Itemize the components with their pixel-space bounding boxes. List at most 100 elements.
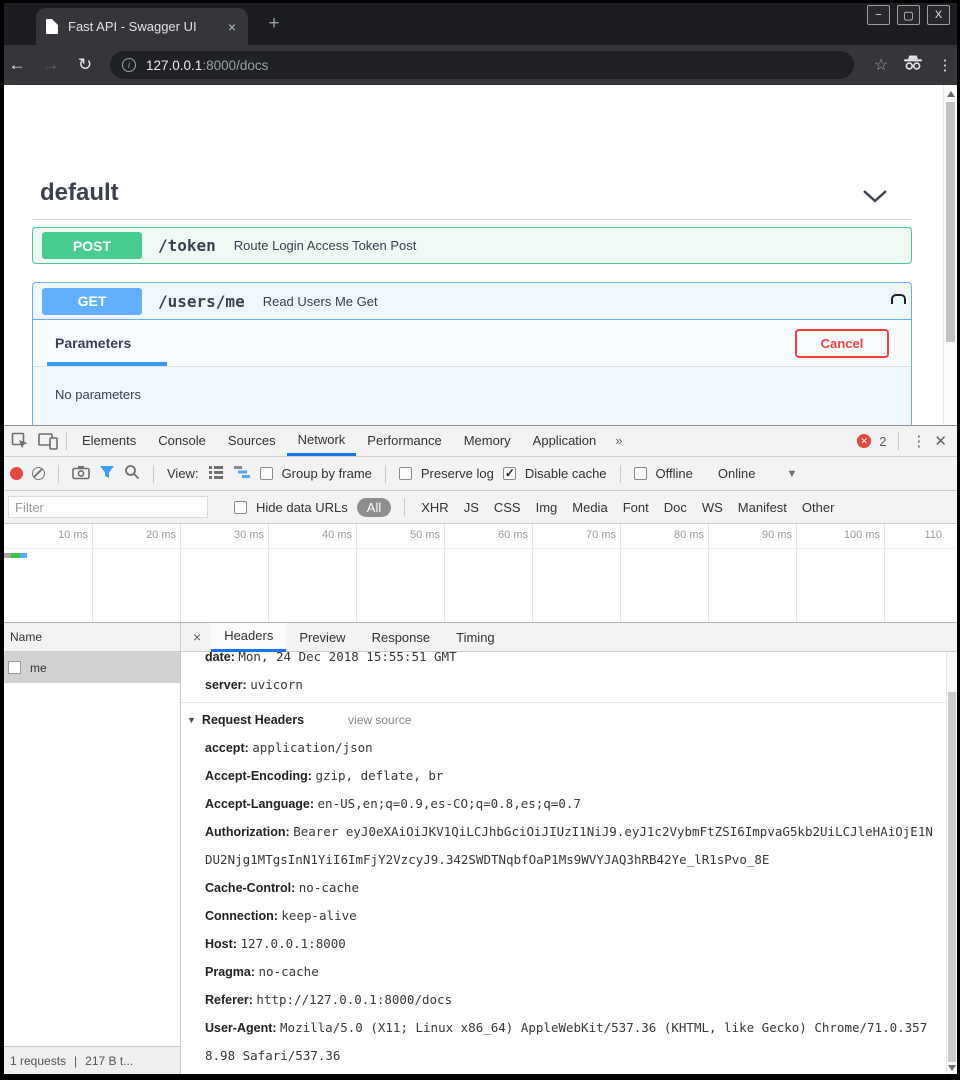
reload-button[interactable]: ↻	[68, 55, 102, 75]
filter-type-ws[interactable]: WS	[699, 500, 726, 515]
close-details-icon[interactable]: ×	[181, 629, 211, 645]
name-column-header[interactable]: Name	[0, 623, 180, 652]
devtools-close-icon[interactable]: ✕	[934, 432, 947, 450]
request-headers-title: Request Headers	[202, 706, 304, 734]
timeline-tick: 90 ms	[712, 529, 792, 541]
filter-input[interactable]	[8, 496, 208, 518]
group-by-frame-label: Group by frame	[282, 466, 372, 481]
devtools-menu-icon[interactable]: ⋮	[911, 432, 926, 450]
devtools-tab-performance[interactable]: Performance	[356, 426, 452, 456]
device-toolbar-icon[interactable]	[34, 433, 62, 450]
browser-menu-icon[interactable]: ⋮	[930, 56, 960, 74]
throttling-dropdown[interactable]: Online	[718, 466, 756, 481]
window-minimize-button[interactable]: −	[867, 5, 890, 25]
search-icon[interactable]	[124, 464, 140, 483]
hide-data-urls-label: Hide data URLs	[256, 500, 348, 515]
file-type-icon	[8, 661, 21, 674]
disclosure-triangle-icon[interactable]: ▼	[187, 706, 196, 734]
view-source-link[interactable]: view source	[348, 706, 411, 734]
endpoint-post-token[interactable]: POST /token Route Login Access Token Pos…	[32, 227, 912, 264]
request-waterfall-bar[interactable]	[3, 553, 27, 558]
filter-type-media[interactable]: Media	[569, 500, 610, 515]
window-close-button[interactable]: X	[927, 5, 950, 25]
browser-toolbar: ← → ↻ i 127.0.0.1 :8000/docs ☆ ⋮	[0, 45, 960, 85]
filter-type-xhr[interactable]: XHR	[418, 500, 451, 515]
record-button[interactable]	[10, 467, 23, 480]
hide-data-urls-checkbox[interactable]	[234, 501, 247, 514]
filter-type-doc[interactable]: Doc	[661, 500, 690, 515]
endpoint-get-users-me: GET /users/me Read Users Me Get Paramete…	[32, 282, 912, 425]
tab-close-icon[interactable]: ×	[226, 19, 238, 35]
transferred-size: 217 B t...	[85, 1054, 133, 1068]
inspect-element-icon[interactable]	[6, 432, 34, 450]
clear-requests-icon[interactable]	[32, 467, 45, 480]
endpoint-summary: Read Users Me Get	[263, 294, 378, 309]
new-tab-button[interactable]: +	[262, 12, 286, 36]
filter-type-manifest[interactable]: Manifest	[735, 500, 790, 515]
devtools-tab-sources[interactable]: Sources	[217, 426, 287, 456]
timeline-tick: 30 ms	[184, 529, 264, 541]
details-tab-headers[interactable]: Headers	[211, 623, 286, 652]
page-scrollbar[interactable]	[943, 85, 957, 425]
network-overview-timeline[interactable]: 10 ms 20 ms 30 ms 40 ms 50 ms 60 ms 70 m…	[0, 524, 957, 623]
address-bar[interactable]: i 127.0.0.1 :8000/docs	[110, 51, 854, 79]
preserve-log-label: Preserve log	[421, 466, 494, 481]
devtools-main-toolbar: Elements Console Sources Network Perform…	[0, 426, 957, 457]
details-tab-bar: × Headers Preview Response Timing	[181, 623, 957, 652]
bookmark-star-icon[interactable]: ☆	[866, 55, 896, 75]
devtools-panel: Elements Console Sources Network Perform…	[0, 425, 957, 1074]
back-button[interactable]: ←	[0, 55, 34, 75]
view-waterfall-icon[interactable]	[233, 465, 251, 482]
group-by-frame-checkbox[interactable]	[260, 467, 273, 480]
request-headers-section[interactable]: ▼ Request Headers view source	[181, 706, 946, 734]
devtools-tab-memory[interactable]: Memory	[453, 426, 522, 456]
site-info-icon[interactable]: i	[122, 58, 136, 72]
filter-type-all[interactable]: All	[357, 498, 391, 517]
forward-button[interactable]: →	[34, 55, 68, 75]
error-count: 2	[879, 434, 886, 449]
scrollbar-thumb[interactable]	[948, 692, 956, 1062]
filter-type-other[interactable]: Other	[799, 500, 838, 515]
incognito-icon	[896, 54, 930, 76]
scrollbar-thumb[interactable]	[946, 102, 955, 342]
scrollbar-down-arrow-icon[interactable]	[948, 1065, 956, 1071]
filter-type-js[interactable]: JS	[461, 500, 482, 515]
view-list-icon[interactable]	[208, 465, 224, 483]
filter-type-font[interactable]: Font	[620, 500, 652, 515]
parameters-tab-underline	[47, 362, 167, 366]
filter-funnel-icon[interactable]	[99, 465, 115, 482]
devtools-tab-application[interactable]: Application	[522, 426, 608, 456]
section-collapse-chevron-icon[interactable]	[862, 189, 888, 209]
request-row-me[interactable]: me	[0, 652, 180, 683]
filter-type-img[interactable]: Img	[533, 500, 561, 515]
details-tab-preview[interactable]: Preview	[286, 623, 358, 652]
scrollbar-up-arrow-icon[interactable]	[947, 91, 955, 97]
request-header-line: Host: 127.0.0.1:8000	[181, 930, 946, 958]
headers-content[interactable]: date: Mon, 24 Dec 2018 15:55:51 GMT serv…	[181, 652, 946, 1075]
devtools-tab-network[interactable]: Network	[287, 426, 357, 456]
request-header-line: Referer: http://127.0.0.1:8000/docs	[181, 986, 946, 1014]
capture-screenshots-icon[interactable]	[72, 465, 90, 483]
timeline-tick: 80 ms	[624, 529, 704, 541]
request-header-line: Accept-Encoding: gzip, deflate, br	[181, 762, 946, 790]
details-tab-response[interactable]: Response	[359, 623, 444, 652]
more-tabs-icon[interactable]: »	[607, 426, 630, 456]
request-header-line: User-Agent: Mozilla/5.0 (X11; Linux x86_…	[181, 1014, 946, 1070]
browser-tab[interactable]: Fast API - Swagger UI ×	[36, 8, 248, 45]
response-header-line: date: Mon, 24 Dec 2018 15:55:51 GMT	[181, 652, 946, 671]
endpoint-header[interactable]: GET /users/me Read Users Me Get	[33, 283, 911, 320]
offline-checkbox[interactable]	[634, 467, 647, 480]
timeline-tick: 110	[886, 529, 942, 541]
error-badge-icon[interactable]: ✕	[857, 434, 871, 448]
cancel-button[interactable]: Cancel	[795, 329, 889, 358]
dropdown-arrow-icon[interactable]: ▼	[786, 468, 797, 480]
devtools-tab-elements[interactable]: Elements	[71, 426, 147, 456]
timeline-tick: 40 ms	[272, 529, 352, 541]
window-maximize-button[interactable]: ▢	[897, 5, 920, 25]
devtools-tab-console[interactable]: Console	[147, 426, 217, 456]
details-tab-timing[interactable]: Timing	[443, 623, 508, 652]
disable-cache-checkbox[interactable]	[503, 467, 516, 480]
details-scrollbar[interactable]	[946, 652, 957, 1075]
filter-type-css[interactable]: CSS	[491, 500, 524, 515]
preserve-log-checkbox[interactable]	[399, 467, 412, 480]
